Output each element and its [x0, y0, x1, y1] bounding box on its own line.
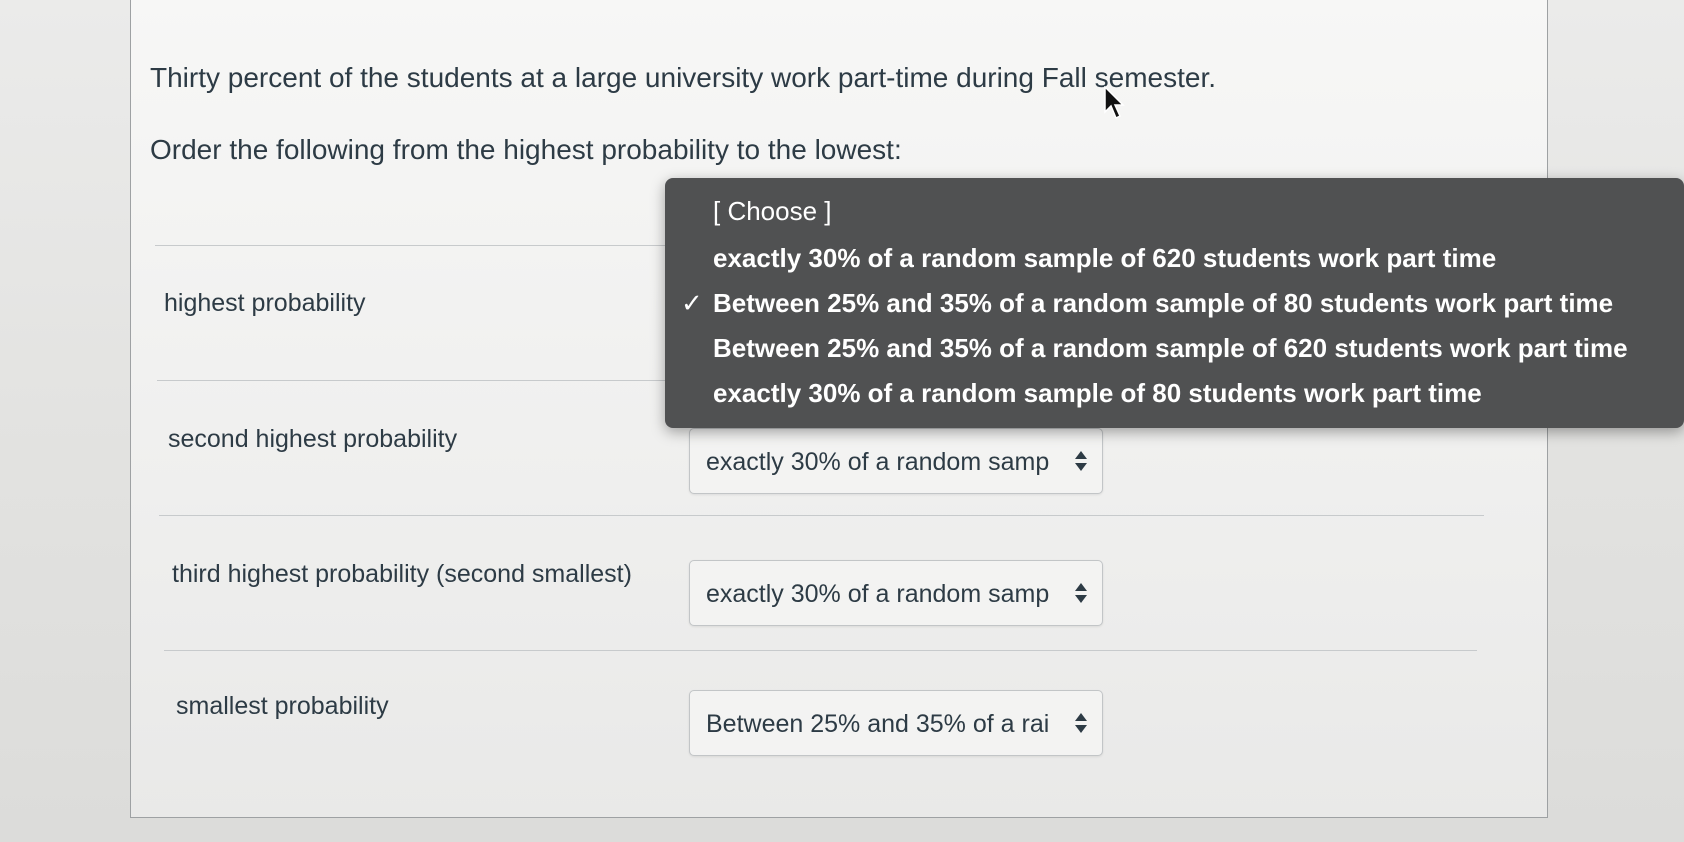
select-arrows-icon — [1075, 451, 1087, 471]
row-label-third-highest: third highest probability (second smalle… — [172, 560, 632, 588]
row-label-smallest: smallest probability — [176, 692, 389, 720]
mouse-cursor-icon — [1104, 86, 1125, 120]
dropdown-option-choose[interactable]: [ Choose ] — [713, 196, 832, 227]
dropdown-option[interactable]: exactly 30% of a random sample of 620 st… — [713, 243, 1496, 274]
answer-select-third-highest[interactable]: exactly 30% of a random samp — [689, 560, 1103, 626]
question-text: Thirty percent of the students at a larg… — [150, 62, 1217, 93]
answer-select-smallest[interactable]: Between 25% and 35% of a rai — [689, 690, 1103, 756]
select-value: exactly 30% of a random samp — [706, 580, 1050, 608]
row-label-highest: highest probability — [164, 289, 366, 317]
select-arrows-icon — [1075, 583, 1087, 603]
select-value: exactly 30% of a random samp — [706, 448, 1050, 476]
question-instruction: Order the following from the highest pro… — [150, 134, 902, 165]
row-label-second-highest: second highest probability — [168, 425, 458, 453]
row-divider — [157, 380, 672, 381]
checkmark-icon: ✓ — [681, 288, 703, 318]
answer-select-highest-dropdown[interactable]: [ Choose ] exactly 30% of a random sampl… — [665, 178, 1684, 428]
row-divider — [155, 245, 675, 246]
answer-select-second-highest[interactable]: exactly 30% of a random samp — [689, 428, 1103, 494]
dropdown-option[interactable]: Between 25% and 35% of a random sample o… — [713, 333, 1628, 364]
row-divider — [159, 515, 1484, 516]
select-value: Between 25% and 35% of a rai — [706, 710, 1050, 738]
select-arrows-icon — [1075, 713, 1087, 733]
dropdown-option[interactable]: exactly 30% of a random sample of 80 stu… — [713, 378, 1482, 409]
dropdown-option-selected[interactable]: Between 25% and 35% of a random sample o… — [713, 288, 1613, 319]
row-divider — [164, 650, 1477, 651]
